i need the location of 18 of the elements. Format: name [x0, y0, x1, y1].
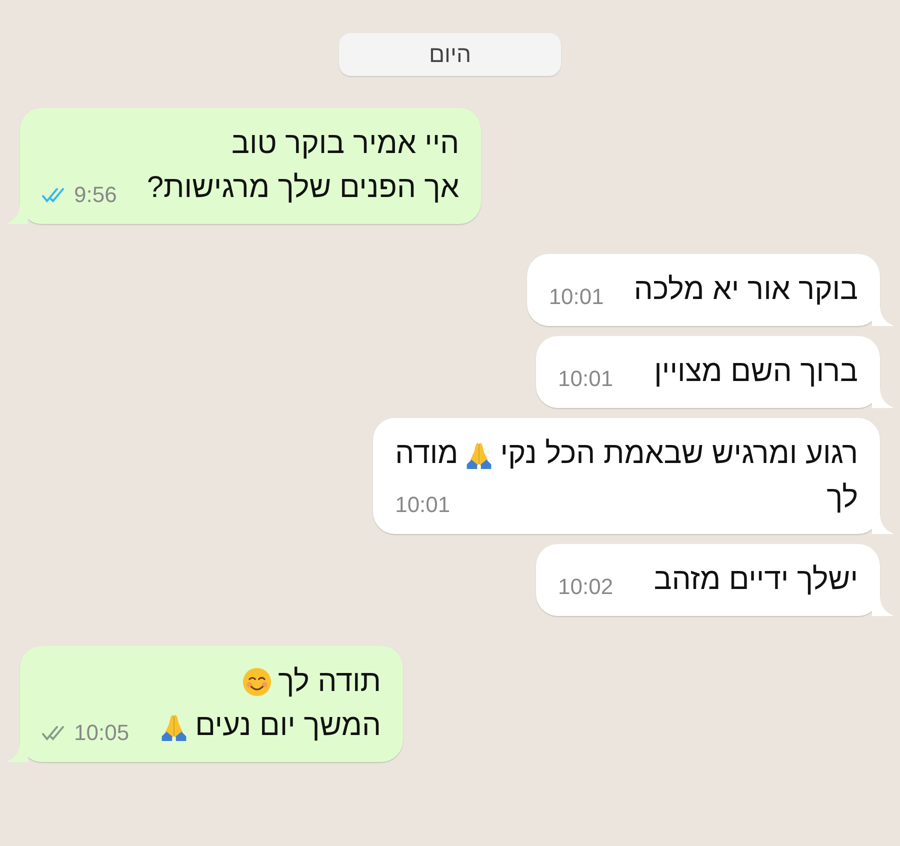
message-text: אך הפנים שלך מרגישות?: [146, 170, 460, 206]
message-text: מודה: [395, 436, 458, 472]
message-text: ישלך ידיים מזהב: [654, 562, 858, 598]
message-text: לך: [826, 480, 858, 516]
message-text: בוקר אור יא מלכה: [634, 272, 858, 308]
date-label: היום: [338, 33, 562, 76]
message-time: 10:01: [395, 492, 450, 518]
message-text: המשך יום נעים: [195, 708, 381, 744]
message-time: 10:01: [558, 366, 614, 392]
message-time: 9:56: [74, 182, 117, 208]
message-time: 10:02: [558, 574, 614, 600]
message-time: 10:05: [74, 720, 130, 746]
message-time: 10:01: [548, 284, 604, 310]
message-text: רגוע ומרגיש שבאמת הכל נקי: [500, 436, 858, 472]
message-text: תודה לך: [278, 664, 381, 700]
message-text: ברוך השם מצויין: [654, 354, 858, 390]
smiling-face-icon: [242, 667, 272, 697]
message-text: היי אמיר בוקר טוב: [232, 126, 460, 162]
